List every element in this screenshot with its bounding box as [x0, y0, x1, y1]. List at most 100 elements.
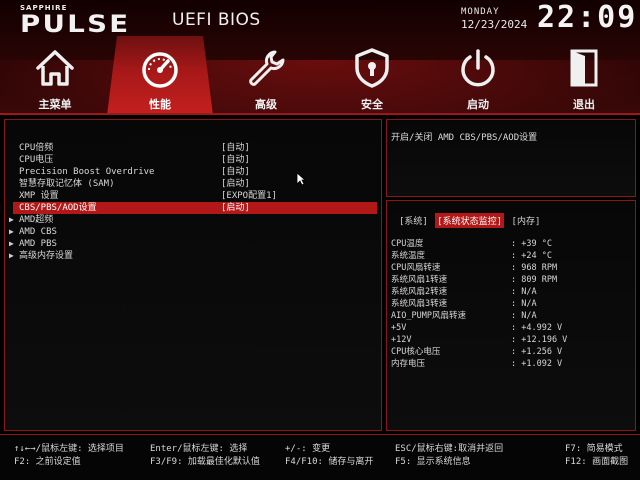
reading-value: : 809 RPM — [511, 275, 558, 285]
wrench-icon — [249, 50, 285, 86]
hint-navigate: ↑↓←→/鼠标左键: 选择项目 — [14, 444, 124, 454]
hint-save-exit: F4/F10: 储存与离开 — [285, 457, 374, 467]
shield-lock-icon — [355, 48, 389, 88]
reading-dram-voltage: 内存电压 : +1.092 V — [391, 358, 631, 370]
reading-label: 系统温度 — [391, 251, 426, 261]
setting-cbs-pbs-aod[interactable]: CBS/PBS/AOD设置 [启动] — [13, 202, 377, 214]
home-icon — [36, 50, 74, 86]
submenu-arrow-icon: ▶ — [9, 251, 14, 260]
reading-sys-fan-3: 系统风扇3转速 : N/A — [391, 298, 631, 310]
tab-label: 安全 — [361, 98, 383, 111]
clock-weekday: MONDAY — [461, 7, 500, 17]
reading-value: : +24 °C — [511, 251, 552, 261]
reading-label: AIO_PUMP风扇转速 — [391, 311, 466, 321]
hint-change: +/-: 变更 — [285, 444, 331, 454]
setting-value: [启动] — [221, 203, 250, 213]
submenu-advanced-memory[interactable]: ▶ 高级内存设置 — [9, 250, 379, 262]
tab-label: 主菜单 — [38, 98, 72, 111]
tab-exit[interactable]: 退出 — [531, 36, 637, 115]
setting-value: [自动] — [221, 167, 250, 177]
reading-cpu-temp: CPU温度 : +39 °C — [391, 238, 631, 250]
reading-12v: +12V : +12.196 V — [391, 334, 631, 346]
key-hints-footer: ↑↓←→/鼠标左键: 选择项目 F2: 之前设定值 Enter/鼠标左键: 选择… — [0, 434, 640, 480]
brand-main: PULSE — [20, 10, 131, 38]
tab-label: 性能 — [149, 98, 171, 111]
tab-security[interactable]: 安全 — [319, 36, 425, 115]
reading-sys-fan-2: 系统风扇2转速: N/A — [391, 286, 631, 298]
clock: MONDAY 12/23/2024 22:09 — [455, 0, 640, 35]
setting-label: CPU电压 — [19, 155, 54, 165]
reading-label: 系统风扇3转速 — [391, 299, 448, 309]
speedometer-icon — [142, 52, 178, 88]
help-description: 开启/关闭 AMD CBS/PBS/AOD设置 — [391, 133, 538, 143]
tab-advanced[interactable]: 高级 — [213, 36, 319, 115]
clock-time: 22:09 — [537, 0, 638, 35]
exit-door-icon — [570, 49, 598, 87]
setting-xmp[interactable]: XMP 设置 [EXPO配置1] — [19, 190, 379, 202]
setting-value: [启动] — [221, 179, 250, 189]
reading-value: : +1.092 V — [511, 359, 563, 369]
brand-logo: SAPPHIRE PULSE — [20, 4, 160, 38]
hint-cancel: ESC/鼠标右键:取消并返回 — [395, 444, 504, 454]
setting-value: [EXPO配置1] — [221, 191, 277, 201]
tab-label: 启动 — [467, 98, 489, 111]
submenu-arrow-icon: ▶ — [9, 227, 14, 236]
main-nav: 主菜单 性能 高级 安全 启动 退出 — [0, 36, 640, 115]
reading-value: : +39 °C — [511, 239, 552, 249]
tab-label: 高级 — [255, 98, 277, 111]
reading-value: : N/A — [511, 299, 537, 309]
help-panel: 开启/关闭 AMD CBS/PBS/AOD设置 — [386, 119, 636, 197]
submenu-amd-cbs[interactable]: ▶ AMD CBS — [9, 226, 379, 238]
reading-label: CPU核心电压 — [391, 347, 441, 357]
header: SAPPHIRE PULSE UEFI BIOS MONDAY 12/23/20… — [0, 0, 640, 115]
submenu-label: 高级内存设置 — [19, 251, 74, 261]
tab-memory[interactable]: [内存] — [510, 213, 543, 228]
setting-label: 智慧存取记忆体 (SAM) — [19, 179, 115, 189]
submenu-label: AMD超频 — [19, 215, 54, 225]
reading-value: : +1.256 V — [511, 347, 563, 357]
reading-value: : +12.196 V — [511, 335, 568, 345]
page-title: UEFI BIOS — [172, 10, 261, 30]
settings-panel: CPU倍频 [自动] CPU电压 [自动] Precision Boost Ov… — [4, 119, 382, 431]
reading-label: 系统风扇2转速 — [391, 287, 448, 297]
hint-load-defaults: F3/F9: 加载最佳化默认值 — [150, 457, 260, 467]
reading-5v: +5V: +4.992 V — [391, 322, 631, 334]
tab-main-menu[interactable]: 主菜单 — [2, 36, 108, 115]
power-icon — [461, 49, 495, 87]
reading-value: : 968 RPM — [511, 263, 558, 273]
reading-label: 内存电压 — [391, 359, 426, 369]
setting-pbo[interactable]: Precision Boost Overdrive [自动] — [19, 166, 379, 178]
status-panel: [系统] [系统状态监控] [内存] CPU温度 : +39 °C 系统温度 : +… — [386, 200, 636, 431]
header-divider — [0, 113, 640, 115]
mouse-cursor-icon — [296, 172, 306, 186]
tab-boot[interactable]: 启动 — [425, 36, 531, 115]
setting-value: [自动] — [221, 155, 250, 165]
setting-cpu-ratio[interactable]: CPU倍频 [自动] — [19, 142, 379, 154]
setting-label: CBS/PBS/AOD设置 — [19, 203, 97, 213]
setting-sam[interactable]: 智慧存取记忆体 (SAM) [启动] — [19, 178, 379, 190]
submenu-arrow-icon: ▶ — [9, 215, 14, 224]
settings-list: CPU倍频 [自动] CPU电压 [自动] Precision Boost Ov… — [9, 142, 379, 262]
tab-system-monitor[interactable]: [系统状态监控] — [435, 213, 505, 228]
reading-label: CPU风扇转速 — [391, 263, 441, 273]
tab-system[interactable]: [系统] — [397, 213, 430, 228]
reading-system-temp: 系统温度 : +24 °C — [391, 250, 631, 262]
submenu-arrow-icon: ▶ — [9, 239, 14, 248]
status-tabs: [系统] [系统状态监控] [内存] — [397, 213, 542, 228]
setting-label: XMP 设置 — [19, 191, 59, 201]
monitor-readings: CPU温度 : +39 °C 系统温度 : +24 °C CPU风扇转速 : 968 … — [391, 238, 631, 370]
tab-performance[interactable]: 性能 — [107, 36, 213, 115]
reading-label: +12V — [391, 335, 412, 345]
setting-cpu-voltage[interactable]: CPU电压 [自动] — [19, 154, 379, 166]
submenu-amd-overclock[interactable]: ▶ AMD超频 — [9, 214, 379, 226]
reading-aio-pump: AIO_PUMP风扇转速: N/A — [391, 310, 631, 322]
reading-label: CPU温度 — [391, 239, 424, 249]
setting-label: Precision Boost Overdrive — [19, 167, 155, 177]
reading-label: +5V — [391, 323, 407, 333]
submenu-amd-pbs[interactable]: ▶ AMD PBS — [9, 238, 379, 250]
hint-previous-values: F2: 之前设定值 — [14, 457, 81, 467]
reading-cpu-fan: CPU风扇转速 : 968 RPM — [391, 262, 631, 274]
reading-vcore: CPU核心电压 : +1.256 V — [391, 346, 631, 358]
hint-screenshot: F12: 画面截图 — [565, 457, 629, 467]
reading-sys-fan-1: 系统风扇1转速: 809 RPM — [391, 274, 631, 286]
